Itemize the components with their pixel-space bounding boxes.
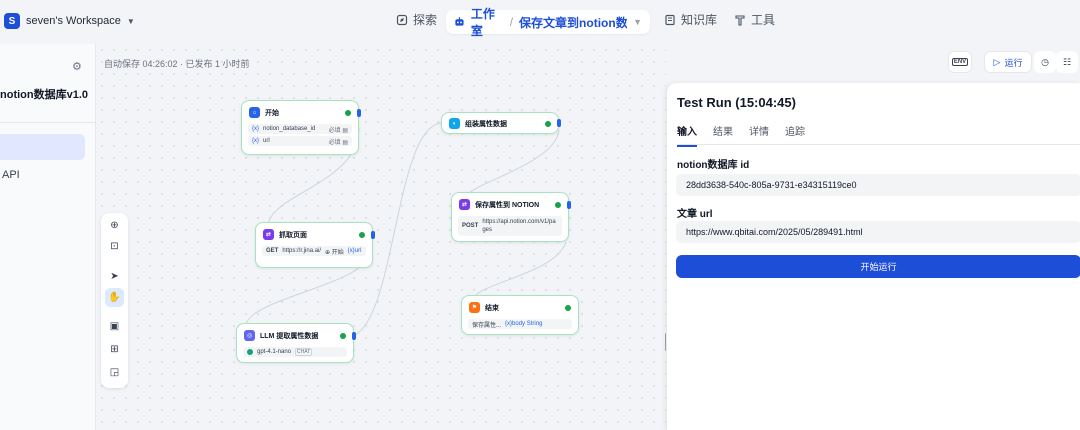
database-id-input[interactable]: 28dd3638-540c-805a-9731-e34315119ce0 — [676, 174, 1080, 196]
play-icon: ▷ — [993, 56, 1001, 67]
book-icon — [665, 14, 675, 25]
nav-knowledge-label: 知识库 — [681, 13, 718, 27]
node-output-port[interactable] — [352, 332, 356, 340]
success-status-icon — [359, 231, 365, 238]
nav-tools[interactable]: 工具 — [734, 11, 775, 28]
workspace-switcher[interactable]: S seven's Workspace ▼ — [4, 13, 135, 29]
edge-save-end — [473, 241, 567, 300]
nav-knowledge[interactable]: 知识库 — [664, 11, 717, 28]
wrench-icon — [735, 14, 745, 26]
fetch-request-row: GET https://r.jina.ai/ ⊕ 开始 {x}url — [262, 246, 366, 256]
node-end[interactable]: ⚑ 结束 保存属性... {x}body String — [461, 295, 579, 335]
field-database-id-label: notion数据库 id — [677, 160, 750, 171]
settings-sliders-icon[interactable]: ⚙ — [72, 60, 82, 73]
node-output-port[interactable] — [557, 119, 561, 127]
tabs-divider — [677, 144, 1080, 145]
edge-assemble-save — [467, 129, 560, 197]
nav-studio-label: 工作室 — [470, 7, 495, 38]
chevron-down-icon[interactable]: ▼ — [633, 17, 642, 27]
sidebar-item-api[interactable]: API — [2, 169, 20, 181]
panel-title: Test Run (15:04:45) — [677, 95, 796, 110]
app-sidebar: ⚙ notion数据库v1.0 API — [0, 44, 96, 430]
home-icon: ⌂ — [249, 107, 260, 118]
nav-separator: / — [509, 15, 514, 29]
pointer-icon[interactable]: ➤ — [105, 267, 124, 286]
end-output-row: 保存属性... {x}body String — [468, 319, 572, 329]
sidebar-divider — [0, 122, 96, 123]
http-request-icon: ⇄ — [263, 229, 274, 240]
article-url-input[interactable]: https://www.qbitai.com/2025/05/289491.ht… — [676, 221, 1080, 243]
success-status-icon — [345, 109, 351, 116]
http-request-icon: ⇄ — [459, 199, 470, 210]
current-app-name[interactable]: 保存文章到notion数... — [519, 14, 627, 31]
success-status-icon — [555, 201, 561, 208]
nav-explore[interactable]: 探索 — [396, 11, 437, 28]
start-var-row: {x} url 必填 ▤ — [248, 136, 352, 146]
robot-icon — [455, 17, 464, 26]
run-button[interactable]: ▷ 运行 — [984, 51, 1032, 73]
run-history-icon[interactable]: ◷ — [1034, 51, 1056, 73]
save-request-row: POST https://api.notion.com/v1/pages — [458, 216, 562, 236]
node-llm[interactable]: ◎ LLM 提取属性数据 gpt-4.1-nano CHAT — [236, 323, 356, 363]
success-status-icon — [565, 304, 571, 311]
node-start-title: 开始 — [265, 109, 279, 117]
export-image-icon[interactable]: ▣ — [105, 317, 124, 336]
sidebar-item-orchestrate[interactable] — [0, 134, 85, 160]
node-llm-title: LLM 提取属性数据 — [260, 332, 319, 340]
openai-icon — [247, 349, 253, 355]
hand-icon[interactable]: ✋ — [105, 288, 124, 307]
flag-icon: ⚑ — [469, 302, 480, 313]
node-assemble[interactable]: ◐ 组装属性数据 — [441, 112, 561, 134]
llm-model-row: gpt-4.1-nano CHAT — [243, 347, 347, 357]
test-run-panel: Test Run (15:04:45) 输入 结果 详情 追踪 notion数据… — [666, 83, 1080, 430]
node-start[interactable]: ⌂ 开始 {x} notion_database_id 必填 ▤ {x} url 必填 … — [241, 100, 361, 155]
workspace-logo: S — [4, 13, 20, 29]
nav-explore-label: 探索 — [413, 13, 438, 27]
chevron-down-icon: ▼ — [126, 16, 135, 26]
node-output-port[interactable] — [567, 201, 571, 209]
workflow-canvas[interactable]: 自动保存 04:26:02 · 已发布 1 小时前 ⌂ 开始 {x} notion… — [96, 44, 666, 430]
env-button[interactable]: ENV — [948, 51, 972, 73]
start-run-button[interactable]: 开始运行 — [676, 255, 1080, 278]
node-output-port[interactable] — [357, 109, 361, 117]
node-fetch-page[interactable]: ⇄ 抓取页面 GET https://r.jina.ai/ ⊕ 开始 {x}ur… — [255, 222, 375, 268]
add-node-icon[interactable]: ⊕ — [105, 216, 124, 235]
node-output-port[interactable] — [371, 231, 375, 239]
checklist-icon[interactable]: ☷ — [1056, 51, 1078, 73]
edge-layer — [245, 122, 567, 336]
app-title: notion数据库v1.0 — [0, 89, 89, 101]
workspace-name: seven's Workspace — [26, 15, 121, 27]
add-note-icon[interactable]: ⊡ — [105, 237, 124, 256]
explore-icon — [396, 14, 408, 25]
minimap-icon[interactable]: ◲ — [105, 363, 124, 382]
nav-studio[interactable]: 工作室 / 保存文章到notion数... ▼ — [446, 7, 650, 38]
start-var-row: {x} notion_database_id 必填 ▤ — [248, 124, 352, 134]
nav-tools-label: 工具 — [751, 13, 776, 27]
code-icon: ◐ — [449, 118, 460, 129]
top-bar: S seven's Workspace ▼ 探索 工作室 / 保存文章到noti… — [0, 0, 1080, 44]
canvas-toolbar: ⊕ ⊡ ➤ ✋ ▣ ⊞ ◲ — [101, 213, 128, 388]
node-assemble-title: 组装属性数据 — [465, 120, 507, 128]
success-status-icon — [545, 120, 551, 127]
llm-brain-icon: ◎ — [244, 330, 255, 341]
node-end-title: 结束 — [485, 304, 499, 312]
node-save-notion[interactable]: ⇄ 保存属性到 NOTION POST https://api.notion.c… — [451, 192, 571, 242]
node-fetch-title: 抓取页面 — [279, 231, 307, 239]
field-article-url-label: 文章 url — [677, 209, 713, 220]
node-save-title: 保存属性到 NOTION — [475, 201, 540, 209]
success-status-icon — [340, 332, 346, 339]
organize-blocks-icon[interactable]: ⊞ — [105, 340, 124, 359]
